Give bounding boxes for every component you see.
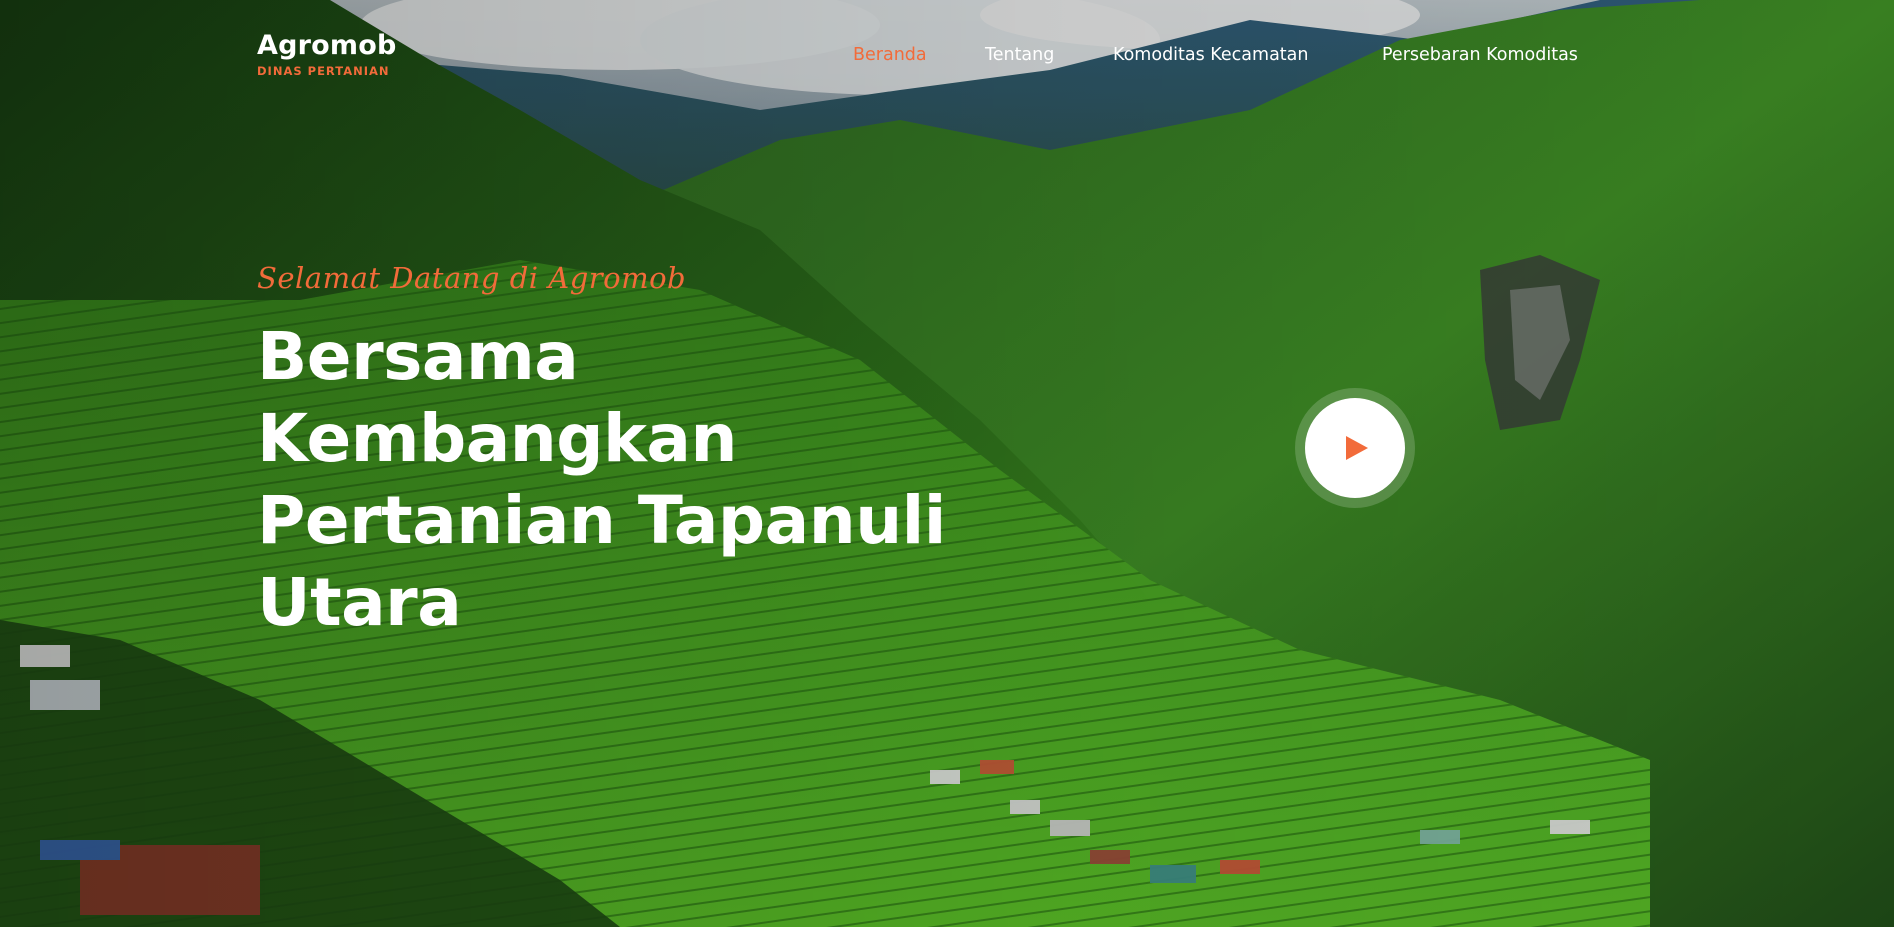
- nav-item-beranda[interactable]: Beranda: [853, 43, 927, 67]
- hero-headline: Bersama Kembangkan Pertanian Tapanuli Ut…: [257, 316, 1017, 644]
- nav-item-komoditas-kecamatan[interactable]: Komoditas Kecamatan: [1113, 43, 1308, 67]
- nav-item-persebaran-komoditas[interactable]: Persebaran Komoditas: [1382, 43, 1578, 67]
- hero-section: Agromob DINAS PERTANIAN Beranda Tentang …: [0, 0, 1894, 927]
- welcome-tagline: Selamat Datang di Agromob: [257, 261, 687, 295]
- headline-line-2: Kembangkan: [257, 400, 737, 477]
- play-video-button[interactable]: [1305, 398, 1405, 498]
- main-navigation: Beranda Tentang Komoditas Kecamatan Pers…: [0, 43, 1894, 67]
- headline-line-3: Pertanian Tapanuli: [257, 482, 946, 559]
- headline-line-1: Bersama: [257, 318, 579, 395]
- play-icon: [1346, 436, 1368, 460]
- nav-item-tentang[interactable]: Tentang: [985, 43, 1054, 67]
- headline-line-4: Utara: [257, 564, 462, 641]
